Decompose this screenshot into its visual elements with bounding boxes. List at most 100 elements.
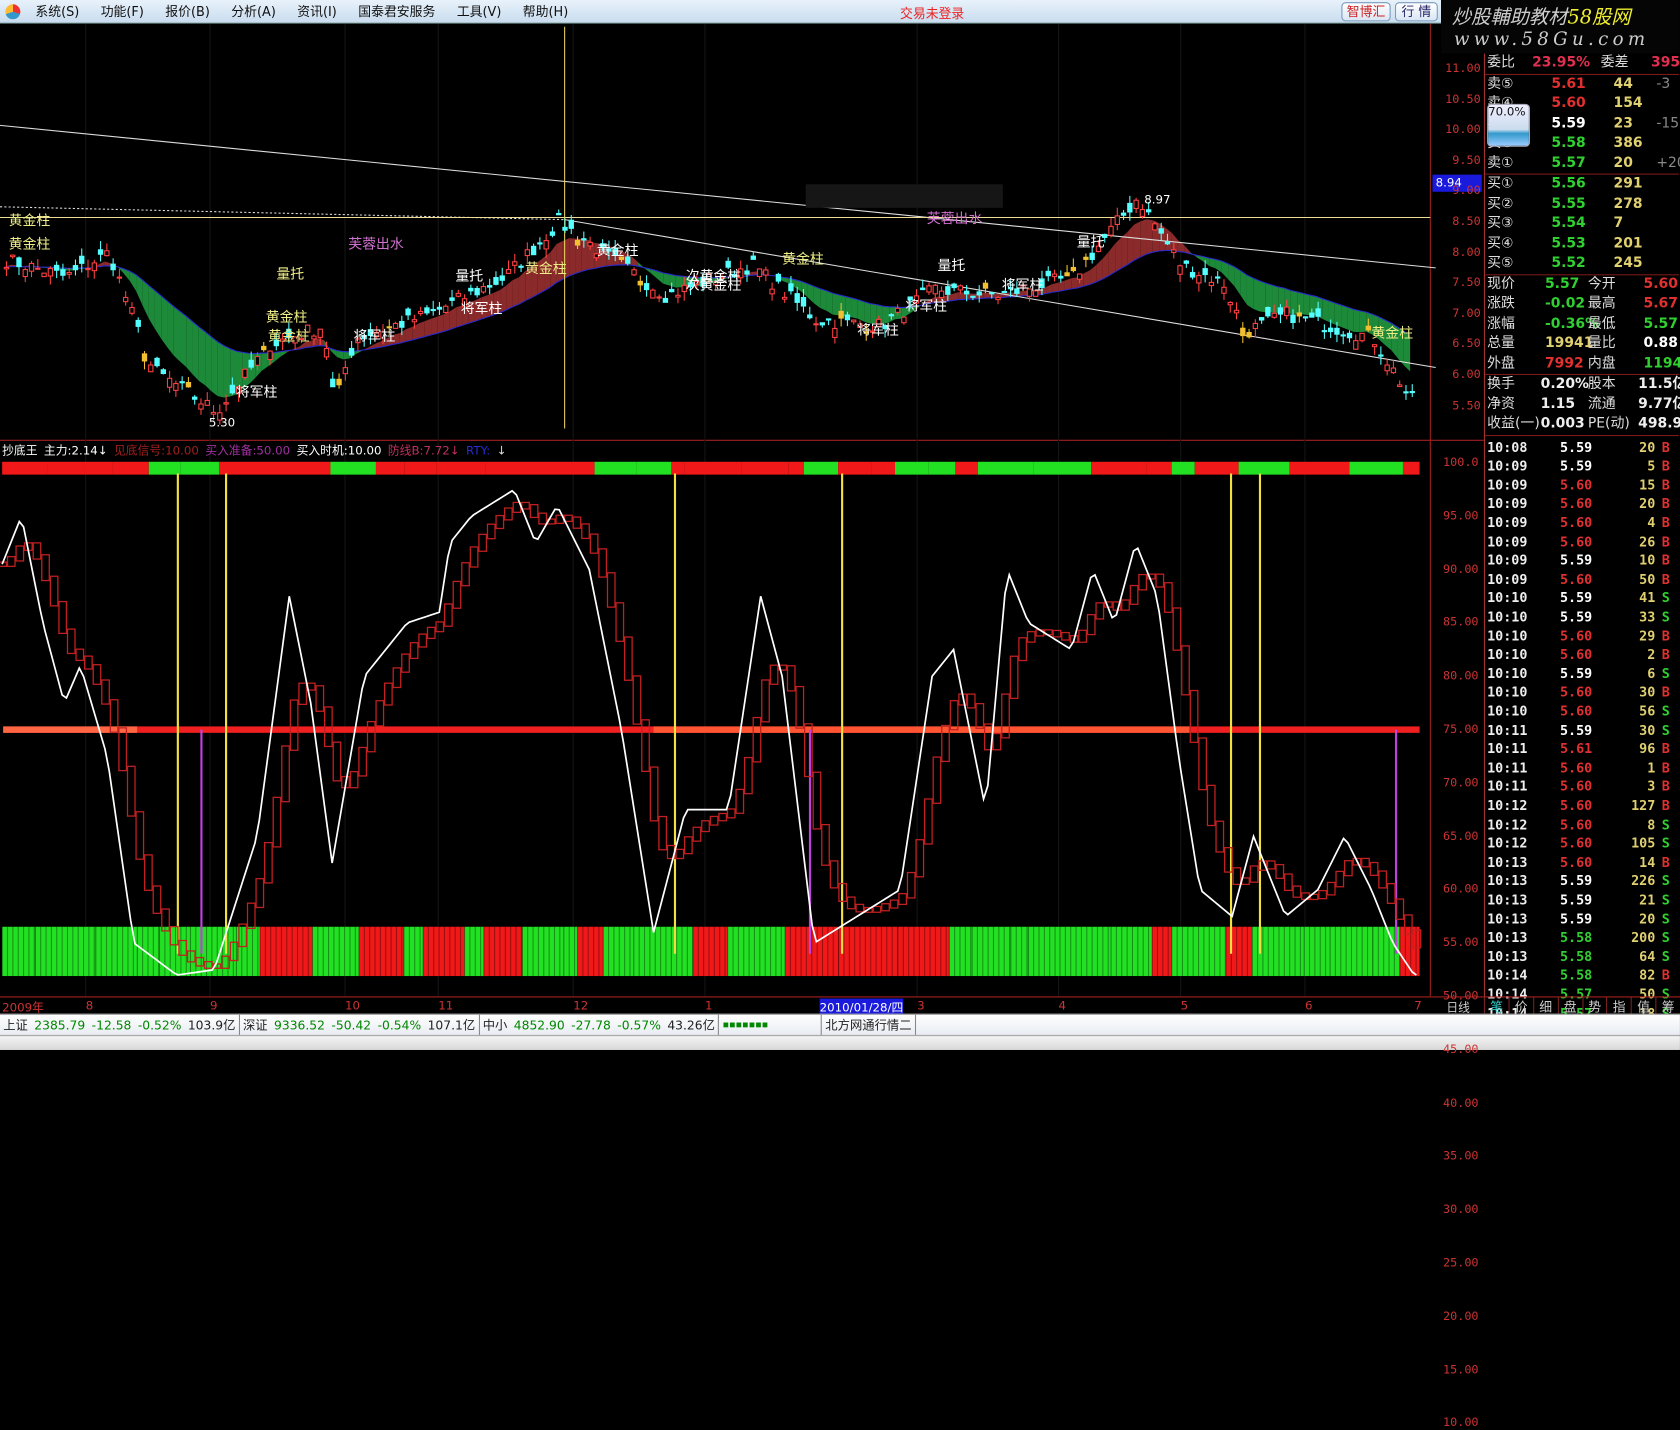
- tick-volume: 1: [1647, 759, 1656, 776]
- price-axis-label: 10.00: [1445, 122, 1481, 137]
- indicator-box: [75, 648, 85, 662]
- index-shenzhen[interactable]: 深证 9336.52 -50.42 -0.54% 107.1亿: [240, 1014, 480, 1035]
- pattern-label: 黄金柱: [9, 213, 51, 229]
- fund-label: 股本: [1587, 376, 1616, 393]
- tick-time: 10:13: [1487, 947, 1528, 964]
- tick-time: 10:11: [1487, 740, 1528, 757]
- tick-time: 10:10: [1487, 702, 1528, 719]
- indicator-box: [66, 628, 76, 655]
- candle-body: [455, 292, 461, 297]
- candle-body: [1390, 367, 1397, 374]
- quote-tab[interactable]: 笔: [1483, 997, 1509, 1015]
- tick-volume: 30: [1639, 683, 1656, 700]
- band-green: [312, 926, 359, 977]
- candle-body: [537, 242, 543, 245]
- tick-volume: 26: [1639, 533, 1656, 550]
- candle-body: [443, 305, 449, 314]
- quote-tab[interactable]: 细: [1532, 997, 1558, 1015]
- tick-time: 10:14: [1487, 966, 1528, 983]
- cloud-segment: [1127, 224, 1134, 265]
- stat-row: 外盘 7992内盘 11949: [1485, 354, 1680, 374]
- cloud-segment: [864, 301, 871, 324]
- date-axis: 2009年 8 9 10 11 12 1 2010/01/28/四 3 4 5 6 7 日线: [0, 996, 1484, 1016]
- quote-tab[interactable]: 价: [1508, 997, 1533, 1015]
- menu-function[interactable]: 功能(F): [101, 2, 144, 20]
- tick-side: S: [1661, 702, 1670, 719]
- quote-panel: 委比23.95%委差395卖⑤5.6144-3卖④5.60154卖③5.5923…: [1483, 53, 1680, 1021]
- candle-body: [424, 307, 430, 314]
- menu-analysis[interactable]: 分析(A): [231, 2, 276, 20]
- candle-body: [775, 273, 782, 282]
- kline-chart[interactable]: 黄金柱黄金柱量托芙蓉出水将军柱黄金柱将军柱将军柱量托黄金柱次黄金柱黄金柱黄金柱将…: [0, 23, 1484, 997]
- buy-timing-line: [1, 489, 1417, 976]
- menu-tools[interactable]: 工具(V): [457, 2, 502, 20]
- fund-label: 收益(一): [1487, 415, 1540, 432]
- tick-price: 5.60: [1559, 797, 1593, 814]
- candle-body: [1108, 225, 1114, 236]
- band-green: [35, 926, 96, 977]
- index-percent: -0.57%: [617, 1017, 661, 1033]
- indicator-axis-label: 15.00: [1443, 1362, 1479, 1377]
- menu-gtja-service[interactable]: 国泰君安服务: [358, 2, 435, 20]
- candle-body: [838, 310, 844, 319]
- menu-quote[interactable]: 报价(B): [165, 2, 210, 20]
- bid-volume: 278: [1613, 195, 1643, 212]
- candle-body: [562, 226, 568, 231]
- legend-item: ↓: [496, 443, 507, 457]
- pattern-label: 量托: [937, 258, 965, 274]
- feed-source[interactable]: 北方网通行情二: [822, 1014, 916, 1035]
- candle-body: [173, 382, 179, 391]
- tick-time: 10:13: [1487, 891, 1528, 908]
- bid-label: 买④: [1487, 235, 1514, 252]
- tick-price: 5.59: [1559, 665, 1593, 682]
- quote-tab[interactable]: 值: [1630, 997, 1656, 1015]
- indicator-box: [752, 716, 762, 763]
- menu-info[interactable]: 资讯(I): [297, 2, 337, 20]
- indicator-axis-label: 30.00: [1443, 1202, 1479, 1217]
- indicator-box: [1206, 784, 1216, 827]
- quote-tab[interactable]: 指: [1606, 997, 1631, 1015]
- hangqing-button[interactable]: 行 情: [1394, 2, 1438, 22]
- tick-row: 10:10 5.59 33 S: [1485, 607, 1679, 626]
- indicator-box: [538, 512, 548, 525]
- menu-system[interactable]: 系统(S): [35, 2, 79, 20]
- candle-body: [989, 292, 995, 295]
- index-sme[interactable]: 中小 4852.90 -27.78 -0.57% 43.26亿: [479, 1014, 720, 1035]
- indicator-box: [255, 878, 265, 909]
- stat-value: 5.60: [1643, 275, 1678, 292]
- tick-side: S: [1661, 929, 1670, 946]
- candle-body: [1183, 260, 1189, 264]
- index-shanghai[interactable]: 上证 2385.79 -12.58 -0.52% 103.9亿: [0, 1014, 240, 1035]
- label: 委比: [1487, 54, 1515, 71]
- indicator-axis-label: 90.00: [1443, 562, 1479, 576]
- loading-progress-widget: 70.0%: [1487, 103, 1530, 147]
- candle-body: [662, 297, 669, 303]
- tick-row: 10:11 5.60 3 B: [1485, 777, 1679, 796]
- stat-label: 现价: [1487, 275, 1515, 292]
- quote-tab[interactable]: 筹: [1655, 997, 1680, 1015]
- candle-body: [122, 296, 129, 303]
- indicator-box: [461, 562, 470, 587]
- band-green: [95, 926, 138, 977]
- pattern-label: 将军柱: [857, 322, 899, 338]
- tick-price: 5.60: [1559, 815, 1593, 832]
- tick-row: 10:09 5.60 4 B: [1485, 513, 1679, 532]
- candle-body: [53, 264, 60, 271]
- ask-change: -3: [1656, 75, 1671, 92]
- candle-body: [16, 257, 22, 268]
- candle-body: [1296, 312, 1302, 317]
- bid-price: 5.52: [1551, 254, 1586, 272]
- tick-row: 10:13 5.59 226 S: [1485, 871, 1679, 890]
- indicator-box: [1249, 865, 1259, 883]
- indicator-box: [812, 771, 822, 830]
- fund-row: 换手 0.20%股本 11.5亿: [1485, 375, 1680, 395]
- candle-body: [60, 269, 66, 276]
- indicator-box: [1215, 820, 1225, 853]
- quote-tab[interactable]: 盘: [1557, 997, 1582, 1015]
- zhibohui-button[interactable]: 智博汇: [1341, 2, 1391, 22]
- trade-login-status[interactable]: 交易未登录: [900, 4, 964, 22]
- price-axis-label: 9.50: [1452, 152, 1481, 167]
- menu-help[interactable]: 帮助(H): [523, 2, 568, 20]
- candle-body: [1076, 273, 1083, 280]
- quote-tab[interactable]: 势: [1581, 997, 1607, 1015]
